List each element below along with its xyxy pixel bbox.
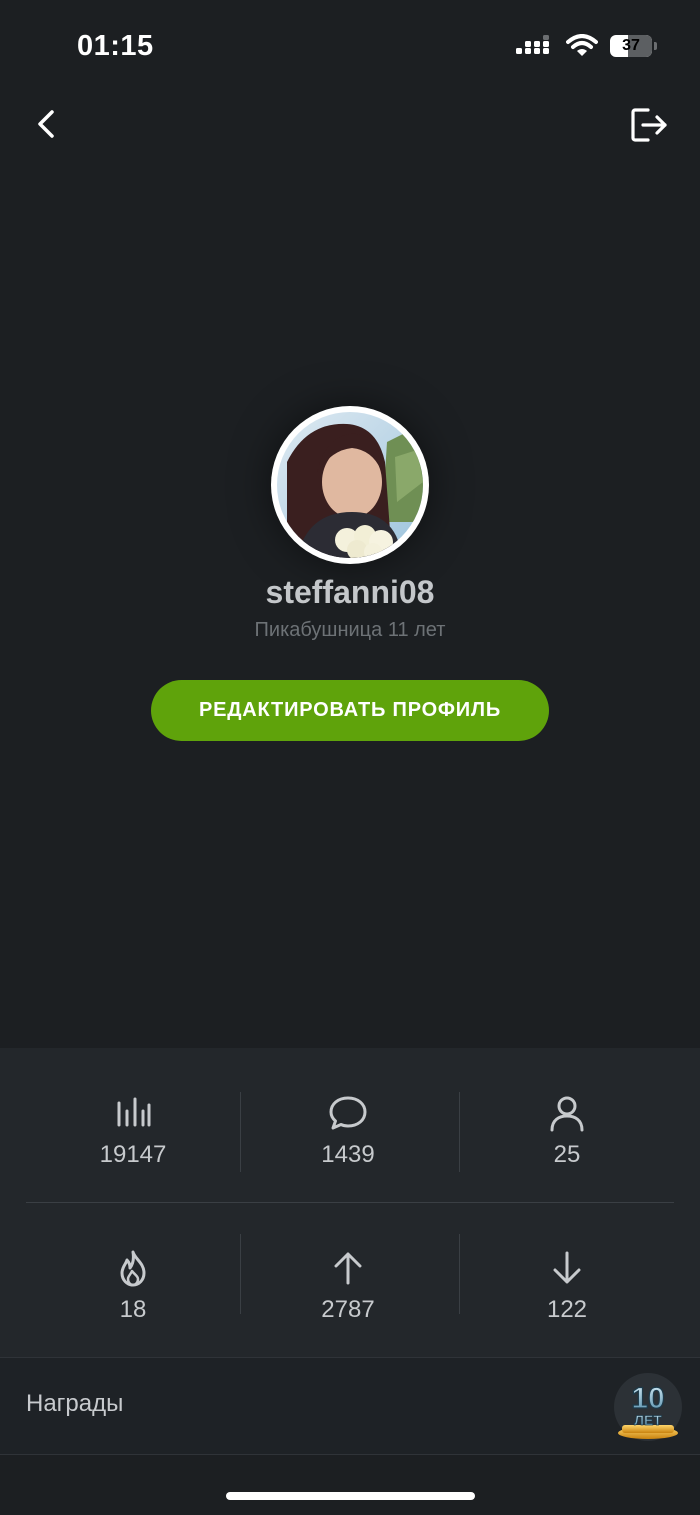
logout-button[interactable] bbox=[628, 104, 670, 146]
status-icons: 37 bbox=[516, 34, 657, 58]
stat-downvotes[interactable]: 122 bbox=[457, 1248, 677, 1324]
battery-icon: 37 bbox=[610, 35, 657, 57]
stat-hot[interactable]: 18 bbox=[23, 1248, 243, 1324]
divider bbox=[26, 1202, 674, 1203]
wifi-icon bbox=[566, 34, 598, 56]
home-indicator[interactable] bbox=[226, 1492, 475, 1500]
username: steffanni08 bbox=[265, 574, 435, 610]
fire-icon bbox=[120, 1250, 146, 1287]
stat-subscribers[interactable]: 25 bbox=[457, 1093, 677, 1169]
edit-profile-button[interactable]: РЕДАКТИРОВАТЬ ПРОФИЛЬ bbox=[151, 680, 549, 741]
stat-rating[interactable]: 19147 bbox=[23, 1093, 243, 1169]
award-badge-icon[interactable]: 10 ЛЕТ bbox=[612, 1373, 684, 1445]
back-chevron-icon bbox=[38, 110, 54, 138]
comment-bubble-icon bbox=[329, 1096, 367, 1130]
avatar-photo bbox=[277, 412, 423, 558]
back-button[interactable] bbox=[28, 104, 68, 144]
stat-value: 2787 bbox=[321, 1296, 375, 1323]
rating-bars-icon bbox=[117, 1097, 151, 1127]
stat-upvotes[interactable]: 2787 bbox=[238, 1248, 458, 1324]
svg-text:10: 10 bbox=[631, 1382, 664, 1415]
stat-comments[interactable]: 1439 bbox=[238, 1093, 458, 1169]
stat-value: 122 bbox=[546, 1296, 588, 1323]
battery-level: 37 bbox=[622, 37, 640, 54]
stat-value: 19147 bbox=[99, 1141, 167, 1168]
logout-icon bbox=[631, 108, 667, 142]
svg-text:ЛЕТ: ЛЕТ bbox=[634, 1412, 662, 1428]
user-icon bbox=[550, 1096, 584, 1132]
stat-value: 25 bbox=[553, 1141, 581, 1168]
status-bar: 01:15 37 bbox=[0, 0, 700, 90]
arrow-up-icon bbox=[334, 1252, 362, 1285]
profile-subtitle: Пикабушница 11 лет bbox=[254, 619, 446, 641]
stats-panel: 19147 1439 25 18 2787 122 bbox=[0, 1048, 700, 1358]
avatar[interactable] bbox=[271, 406, 429, 564]
stat-value: 1439 bbox=[321, 1141, 375, 1168]
awards-row[interactable]: Награды 10 ЛЕТ bbox=[0, 1357, 700, 1455]
signal-icon bbox=[516, 35, 549, 54]
awards-label: Награды bbox=[26, 1390, 124, 1417]
stat-value: 18 bbox=[119, 1296, 147, 1323]
status-time: 01:15 bbox=[77, 30, 154, 62]
arrow-down-icon bbox=[553, 1251, 581, 1284]
